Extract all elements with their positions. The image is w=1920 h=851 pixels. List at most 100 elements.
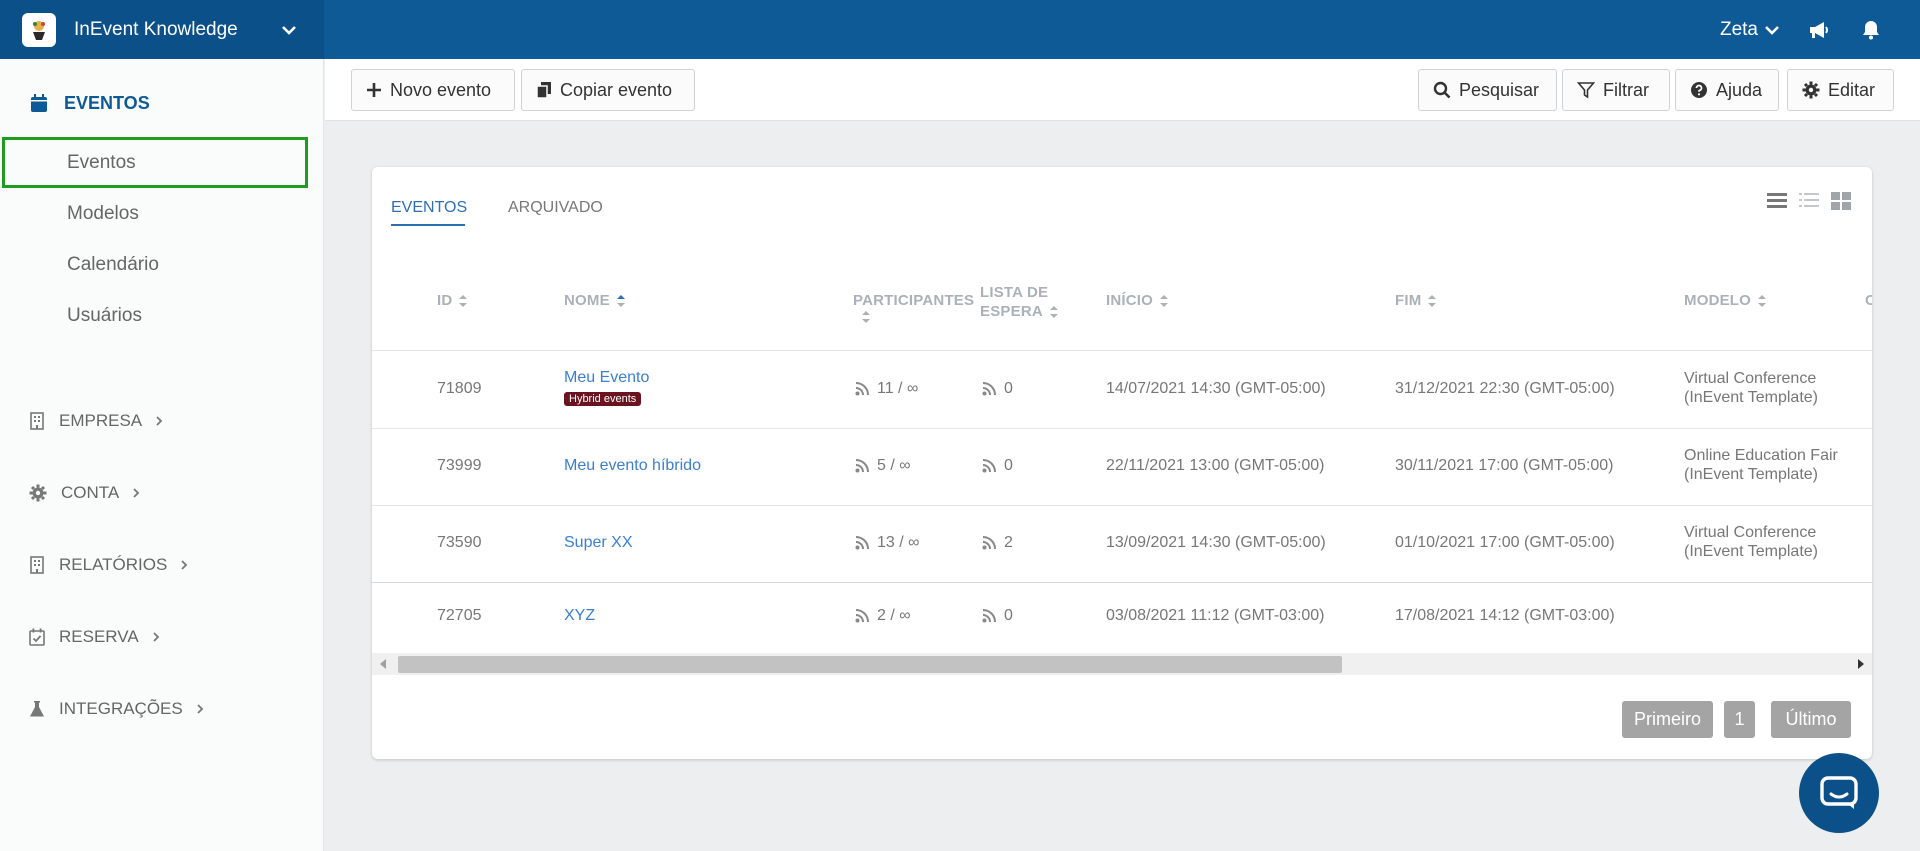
cell-model: Virtual Conference (InEvent Template) (1684, 524, 1818, 560)
gear-icon (1802, 81, 1820, 99)
gear-icon (29, 484, 47, 502)
cell-end: 31/12/2021 22:30 (GMT-05:00) (1395, 380, 1615, 397)
sidebar-item-calendario[interactable]: Calendário (67, 254, 159, 276)
chat-icon (1820, 776, 1858, 810)
column-header-id[interactable]: ID (437, 292, 468, 309)
row-divider (372, 350, 1872, 351)
view-switcher (1766, 191, 1852, 211)
org-name: InEvent Knowledge (74, 18, 238, 40)
column-header-start[interactable]: INÍCIO (1106, 292, 1169, 309)
sort-asc-icon (616, 295, 625, 308)
chevron-right-icon (179, 559, 189, 571)
chevron-right-icon (195, 703, 205, 715)
search-icon (1433, 81, 1451, 99)
cell-participants: 5 / ∞ (855, 457, 911, 475)
event-name-link[interactable]: Meu evento híbrido (564, 457, 701, 475)
event-name-link[interactable]: Super XX (564, 534, 632, 552)
cell-id: 73999 (437, 457, 482, 474)
event-type-badge: Hybrid events (564, 392, 642, 406)
cell-id: 71809 (437, 380, 482, 397)
tab-arquivado[interactable]: ARQUIVADO (508, 199, 603, 217)
rss-icon (855, 382, 869, 396)
rss-icon (982, 459, 996, 473)
rss-icon (982, 382, 996, 396)
help-button[interactable]: Ajuda (1675, 69, 1779, 111)
events-card: EVENTOS ARQUIVADO ID NOME PARTICIPANTES … (372, 167, 1872, 759)
search-button[interactable]: Pesquisar (1418, 69, 1557, 111)
new-event-button[interactable]: Novo evento (351, 69, 515, 111)
chevron-down-icon (1764, 22, 1780, 38)
copy-event-button[interactable]: Copiar evento (521, 69, 695, 111)
search-label: Pesquisar (1459, 79, 1540, 100)
sidebar-item-usuarios[interactable]: Usuários (67, 305, 142, 327)
sidebar-section-title: EVENTOS (64, 93, 150, 113)
chevron-down-icon[interactable] (280, 21, 298, 39)
event-name-link[interactable]: XYZ (564, 607, 595, 625)
tab-eventos[interactable]: EVENTOS (391, 199, 467, 217)
scroll-right-icon[interactable] (1856, 659, 1864, 669)
column-header-model[interactable]: MODELO (1684, 292, 1767, 309)
filter-button[interactable]: Filtrar (1562, 69, 1670, 111)
bell-icon[interactable] (1862, 20, 1880, 40)
cell-start: 14/07/2021 14:30 (GMT-05:00) (1106, 380, 1326, 397)
org-logo (22, 12, 56, 47)
sidebar-section-empresa[interactable]: EMPRESA (29, 411, 164, 431)
sidebar-section-reserva[interactable]: RESERVA (29, 627, 161, 647)
first-page-button[interactable]: Primeiro (1622, 701, 1713, 738)
cell-end: 17/08/2021 14:12 (GMT-03:00) (1395, 607, 1615, 624)
sidebar: EVENTOS Eventos Modelos Calendário Usuár… (0, 59, 324, 851)
sidebar-section-conta[interactable]: CONTA (29, 483, 141, 503)
calendar-icon (30, 94, 48, 113)
building-icon (29, 412, 45, 430)
copy-icon (536, 81, 552, 99)
horizontal-scrollbar[interactable] (372, 653, 1872, 675)
sidebar-section-integracoes[interactable]: INTEGRAÇÕES (29, 699, 205, 719)
column-header-name[interactable]: NOME (564, 292, 626, 309)
rss-icon (982, 536, 996, 550)
plus-icon (366, 82, 382, 98)
scroll-thumb[interactable] (398, 656, 1342, 673)
row-divider (372, 582, 1872, 583)
event-name-link[interactable]: Meu Evento (564, 369, 649, 387)
cell-waitlist: 0 (982, 607, 1013, 625)
detail-list-icon[interactable] (1798, 191, 1820, 211)
sidebar-section-label: CONTA (61, 483, 120, 502)
column-header-participants[interactable]: PARTICIPANTES (853, 292, 974, 329)
sidebar-section-eventos[interactable]: EVENTOS (30, 93, 150, 114)
scroll-left-icon[interactable] (380, 659, 388, 669)
list-view-icon[interactable] (1766, 191, 1788, 211)
megaphone-icon[interactable] (1808, 20, 1830, 40)
sidebar-item-eventos[interactable]: Eventos (67, 152, 136, 174)
cell-waitlist: 0 (982, 380, 1013, 398)
column-header-truncated: C (1865, 292, 1872, 309)
cell-participants: 13 / ∞ (855, 534, 920, 552)
page-number-button[interactable]: 1 (1724, 701, 1755, 738)
edit-button[interactable]: Editar (1787, 69, 1894, 111)
cell-start: 03/08/2021 11:12 (GMT-03:00) (1106, 607, 1325, 624)
row-divider (372, 505, 1872, 506)
sort-icon (1428, 295, 1437, 308)
chat-launcher-button[interactable] (1799, 753, 1879, 833)
active-item-highlight (2, 137, 308, 188)
chevron-right-icon (151, 631, 161, 643)
rss-icon (855, 459, 869, 473)
last-page-button[interactable]: Último (1771, 701, 1851, 738)
cell-id: 73590 (437, 534, 482, 551)
cell-start: 22/11/2021 13:00 (GMT-05:00) (1106, 457, 1325, 474)
cell-waitlist: 2 (982, 534, 1013, 552)
edit-label: Editar (1828, 79, 1876, 100)
cell-model: Online Education Fair (InEvent Template) (1684, 447, 1838, 483)
org-switcher[interactable]: InEvent Knowledge (0, 0, 324, 59)
grid-view-icon[interactable] (1830, 191, 1852, 211)
rss-icon (855, 536, 869, 550)
help-icon (1690, 81, 1708, 99)
user-menu[interactable]: Zeta (1720, 19, 1780, 41)
sidebar-item-modelos[interactable]: Modelos (67, 203, 139, 225)
user-name: Zeta (1719, 18, 1758, 40)
help-label: Ajuda (1716, 79, 1763, 100)
sidebar-section-label: RELATÓRIOS (59, 555, 168, 574)
column-header-waitlist[interactable]: LISTA DE ESPERA (980, 283, 1059, 321)
top-bar: InEvent Knowledge Zeta (0, 0, 1920, 59)
sidebar-section-relatorios[interactable]: RELATÓRIOS (29, 555, 189, 575)
column-header-end[interactable]: FIM (1395, 292, 1437, 309)
